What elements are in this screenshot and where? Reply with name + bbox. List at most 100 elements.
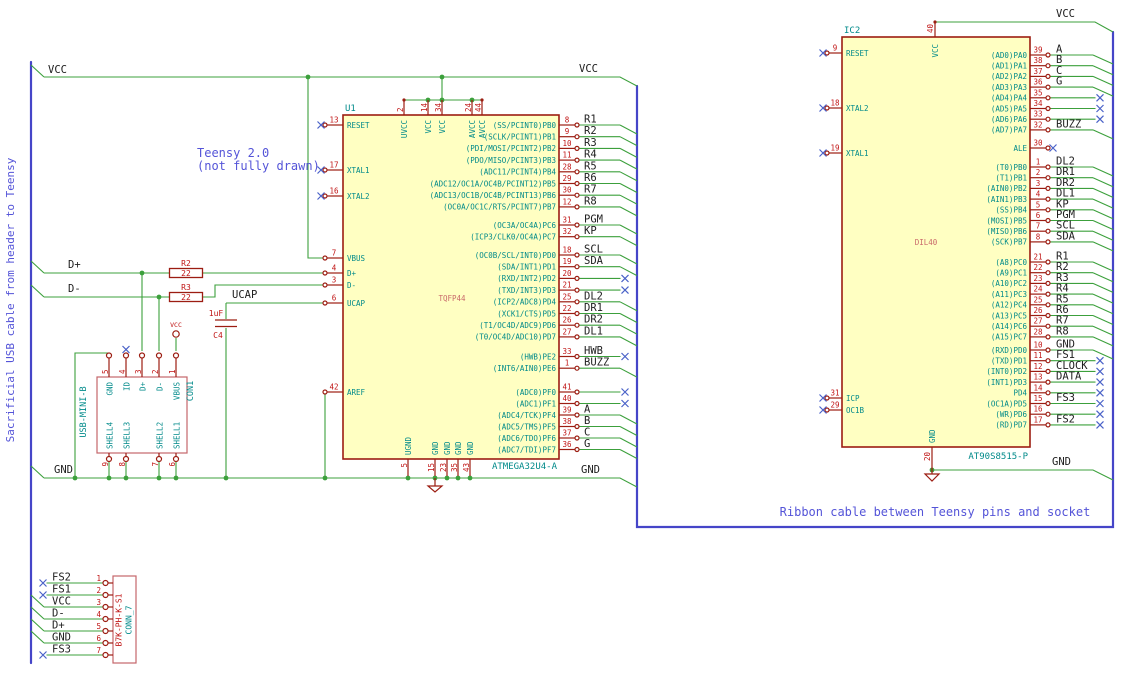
pin-end [102,591,109,599]
pin-name: (INT0)PD2 [986,367,1027,376]
pin-name: VBUS [173,382,182,401]
pin-name: (ADC13/OC1B/OC4B/PCINT13)PB6 [430,191,557,200]
pin-number: 21 [1033,253,1042,262]
pin-number: 38 [1033,56,1043,65]
pin-name: (MOSI)PB5 [986,216,1027,225]
pin-end [102,603,109,611]
junction-dot [439,74,445,80]
bus-entry [619,336,638,347]
pin-name: (AD0)PA0 [991,51,1028,60]
wire [44,76,638,87]
net-label-R7: R7 [584,184,597,196]
pin-end [1045,116,1051,122]
pin-number: 14 [420,102,429,112]
con1-reference: CON1 [186,381,196,401]
pin-end [155,352,163,359]
pin-name: (ADC11/PCINT4)PB4 [479,168,556,177]
pin-number: 7 [1036,222,1041,231]
pin-name: (TXD)PD1 [991,357,1027,366]
pin-name: (SCK)PB7 [991,238,1027,247]
pin-number: 2 [396,107,405,112]
pin-name: (ADC12/OC1A/OC4B/PCINT12)PB5 [430,179,556,188]
pin-end [574,299,580,305]
gnd-symbol [426,485,444,493]
net-label-G: G [584,438,590,450]
pin-number: 1 [96,574,101,583]
ic2-reference: IC2 [844,26,860,36]
pin-name: (A14)PC6 [991,322,1028,331]
pin-number: 5 [400,463,409,468]
pin-number: 11 [1033,351,1042,360]
pin-number: 29 [830,401,839,410]
pin-name: RESET [846,49,869,58]
pin-number: 29 [562,174,571,183]
pin-number: 3 [332,276,337,285]
bus-entry [619,367,638,378]
pin-number: 44 [474,102,483,112]
power-label-GND: GND [1052,456,1071,468]
pin-name: GND [431,441,440,455]
pin-name: (AD2)PA2 [991,72,1027,81]
bus-entry [619,147,638,158]
pin-end [102,615,109,623]
pin-number: 34 [434,102,443,112]
pin-number: 37 [1033,67,1042,76]
pin-number: 14 [1033,383,1043,392]
pin-name: (AIN1)PB3 [986,195,1027,204]
bus-entry [1092,230,1114,241]
pin-number: 31 [562,216,571,225]
pin-end [574,180,580,187]
pin-end [824,50,830,56]
net-label-R4: R4 [584,149,597,161]
pin-end [322,193,328,199]
junction-dot [139,270,145,276]
junction-dot [72,475,78,481]
pin-name: SHELL1 [173,422,182,449]
bus-entry [619,313,638,323]
resistor-value: 22 [181,293,191,302]
pin-number: 30 [562,186,572,195]
pin-end [102,639,109,647]
pin-number: 3 [134,369,143,374]
pin-number: 38 [562,417,572,426]
teensy-note-line1: Teensy 2.0 [197,146,269,160]
pin-name: (OC0A/OC1C/RTS/PCINT7)PB7 [443,203,556,212]
pin-name: RESET [347,121,370,130]
pin-end [1045,358,1051,364]
pin-number: 39 [1033,46,1042,55]
pin-name: VCC [931,44,940,58]
con1-value: USB-MINI-B [79,386,89,437]
net-label-FS2: FS2 [1056,413,1075,425]
pin-number: 2 [151,369,160,374]
pin-number: 31 [830,389,839,398]
bus-entry [619,224,638,235]
pin-end [574,412,580,418]
bus-entry [30,618,45,632]
pin-number: 24 [1033,285,1043,294]
pin-number: 30 [1033,139,1043,148]
pin-number: 6 [1036,211,1041,220]
wire [30,284,45,298]
pin-name: XTAL2 [347,192,370,201]
resistor-ref: R2 [181,259,191,268]
gnd-symbol [923,473,941,482]
pin-name: XTAL2 [846,104,869,113]
net-label-R3: R3 [584,137,597,149]
pin-name: (AD6)PA6 [991,115,1028,124]
pin-end [122,455,130,463]
pin-number: 28 [562,162,572,171]
net-label-R8: R8 [1056,325,1069,337]
net-label-SDA: SDA [584,255,604,267]
pin-name: (SCLK/PCINT1)PB1 [484,133,556,142]
u1-value: ATMEGA32U4-A [492,462,558,472]
no-connect-icon [39,651,47,659]
no-connect-icon [1096,367,1104,376]
ic2-footprint: DIL40 [915,238,938,247]
bus-entry [1092,129,1114,140]
wire [932,469,1114,481]
pin-name: GND [928,429,937,443]
pin-number: 32 [1033,120,1042,129]
bus-entry [1092,261,1114,272]
pin-end [1045,312,1051,319]
junction-dot [405,475,411,481]
